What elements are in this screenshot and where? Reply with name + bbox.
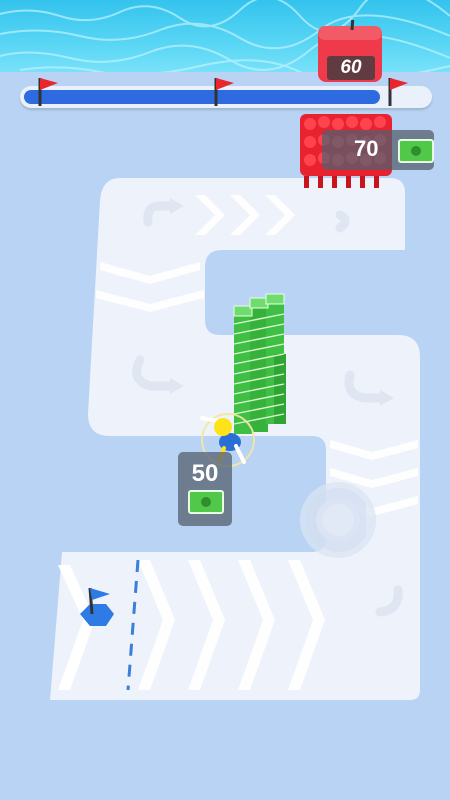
crowd-price-tag: 70 <box>322 130 434 170</box>
joystick-indicator[interactable] <box>296 478 366 558</box>
home-base-flag-icon <box>80 587 114 626</box>
gate-price: 50 <box>191 460 219 487</box>
level-progress-bar <box>20 78 432 112</box>
gate-price-tag: 50 <box>178 452 232 526</box>
cash-icon <box>398 139 434 163</box>
game-scene[interactable]: 60 70 50 <box>0 0 450 800</box>
crowd-price: 70 <box>354 136 379 161</box>
progress-fill <box>24 90 380 104</box>
checkpoint-flag-icon <box>214 78 234 106</box>
start-flag-icon <box>38 78 58 106</box>
cash-icon <box>188 490 224 514</box>
tower-count: 60 <box>327 56 375 80</box>
finish-flag-icon <box>388 78 408 106</box>
